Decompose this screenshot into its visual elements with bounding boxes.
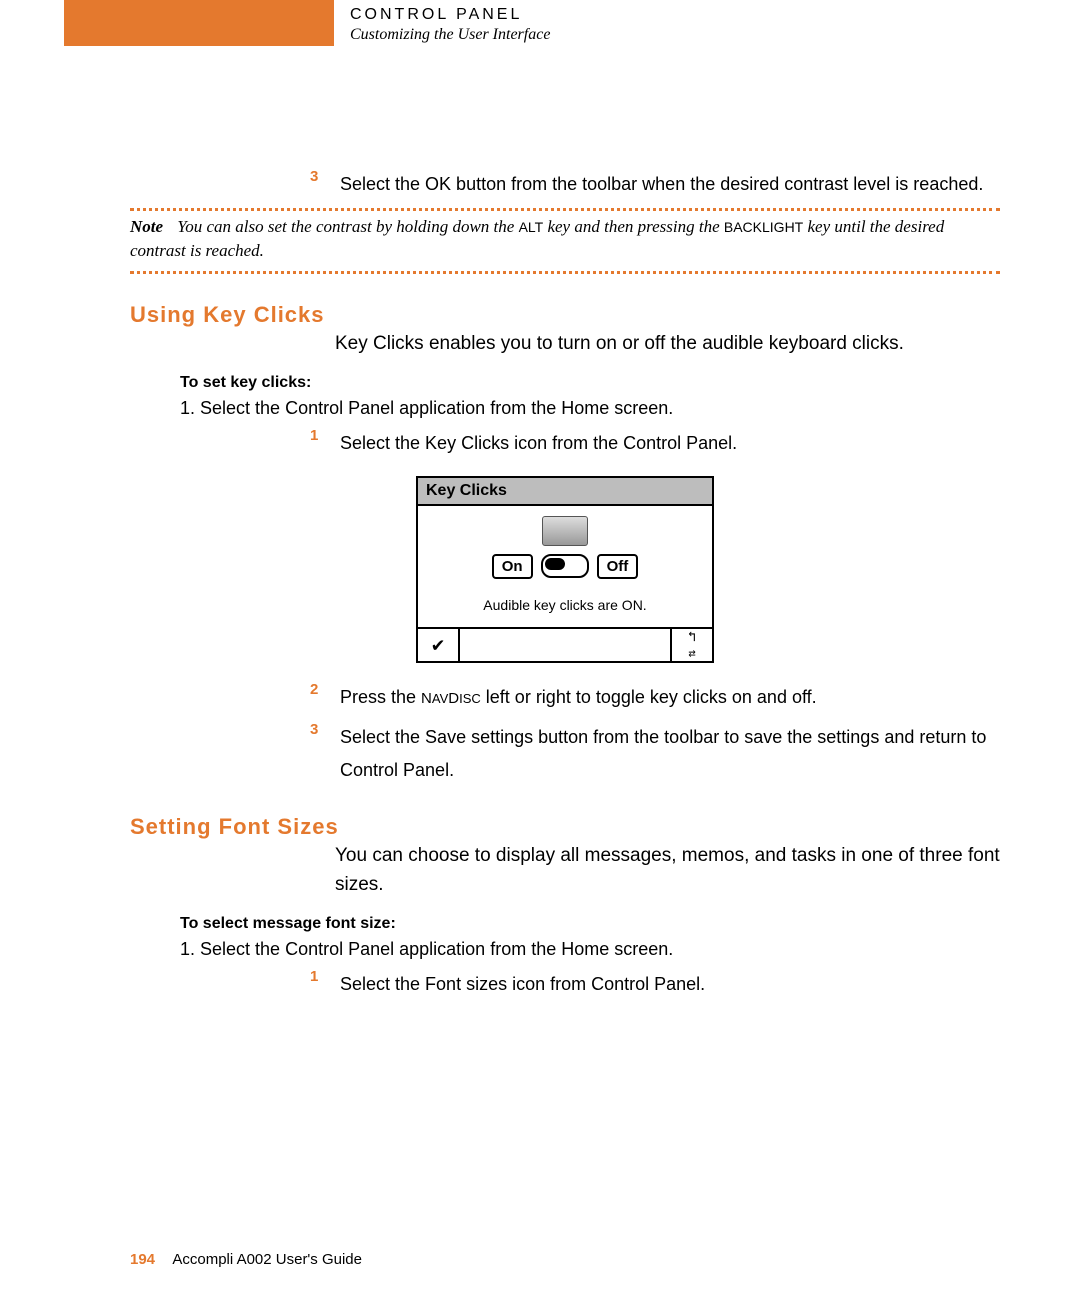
on-button[interactable]: On (492, 554, 533, 579)
save-button[interactable]: ✔ (418, 629, 460, 661)
section-heading-fontsize: Setting Font Sizes (130, 814, 1000, 840)
header-title: CONTROL PANEL (350, 6, 550, 24)
header-accent-block (64, 0, 334, 46)
dotted-divider (130, 208, 1000, 211)
check-icon: ✔ (432, 632, 444, 658)
note-block: Note You can also set the contrast by ho… (130, 215, 1000, 263)
dotted-divider (130, 271, 1000, 274)
screenshot-toolbar: ✔ ↰ ⇄ (418, 627, 712, 661)
fontsize-intro: You can choose to display all messages, … (335, 842, 1000, 899)
keyclicks-intro: Key Clicks enables you to turn on or off… (335, 330, 1000, 359)
off-button[interactable]: Off (597, 554, 639, 579)
step-number: 2 (310, 681, 340, 698)
keyboard-icon (542, 516, 588, 546)
fontsize-step-1: 1. Select the Control Panel application … (180, 939, 1000, 960)
screenshot-title: Key Clicks (418, 478, 712, 506)
step-text: Select the Key Clicks icon from the Cont… (340, 427, 1000, 459)
step-text: Select the Font sizes icon from Control … (340, 968, 1000, 1000)
step-number: 1 (310, 968, 340, 985)
note-label: Note (130, 217, 163, 236)
return-icon: ↰ (688, 629, 696, 646)
toolbar-spacer (460, 629, 670, 661)
status-text: Audible key clicks are ON. (430, 597, 700, 613)
guide-name: Accompli A002 User's Guide (172, 1251, 362, 1268)
step-text: Select the Save settings button from the… (340, 721, 1000, 786)
keyclicks-substep-3: 3 Select the Save settings button from t… (310, 721, 1000, 786)
section-heading-keyclicks: Using Key Clicks (130, 302, 1000, 328)
contrast-step-3: 3 Select the OK button from the toolbar … (310, 168, 1000, 200)
step-text: Select the OK button from the toolbar wh… (340, 168, 1000, 200)
alt-key: ALT (519, 219, 544, 235)
step-number: 3 (310, 721, 340, 738)
step-text: Press the NAVDISC left or right to toggl… (340, 681, 1000, 713)
toggle-row: On Off (430, 554, 700, 579)
back-button[interactable]: ↰ ⇄ (670, 629, 712, 661)
navdisc-key: NAVDISC (421, 690, 481, 707)
step-number: 1 (310, 427, 340, 444)
keyclicks-subheading: To set key clicks: (180, 374, 1000, 392)
swap-icon: ⇄ (688, 646, 695, 661)
keyclicks-screenshot: Key Clicks On Off Audible key clicks are… (416, 476, 714, 663)
text-post: left or right to toggle key clicks on an… (481, 687, 817, 707)
keyclicks-substep-2: 2 Press the NAVDISC left or right to tog… (310, 681, 1000, 713)
toggle-slider[interactable] (541, 554, 589, 578)
text-pre: Press the (340, 687, 421, 707)
step-number: 3 (310, 168, 340, 185)
note-text-pre: You can also set the contrast by holding… (177, 217, 518, 236)
page-number: 194 (130, 1251, 155, 1268)
keyclicks-step-1: 1. Select the Control Panel application … (180, 398, 1000, 419)
fontsize-subheading: To select message font size: (180, 915, 1000, 933)
fontsize-substep-1: 1 Select the Font sizes icon from Contro… (310, 968, 1000, 1000)
page-footer: 194 Accompli A002 User's Guide (130, 1251, 362, 1268)
keyclicks-substep-1: 1 Select the Key Clicks icon from the Co… (310, 427, 1000, 459)
note-text-mid: key and then pressing the (547, 217, 723, 236)
backlight-key: BACKLIGHT (724, 219, 803, 235)
header-subtitle: Customizing the User Interface (350, 26, 550, 44)
running-header: CONTROL PANEL Customizing the User Inter… (350, 6, 550, 44)
